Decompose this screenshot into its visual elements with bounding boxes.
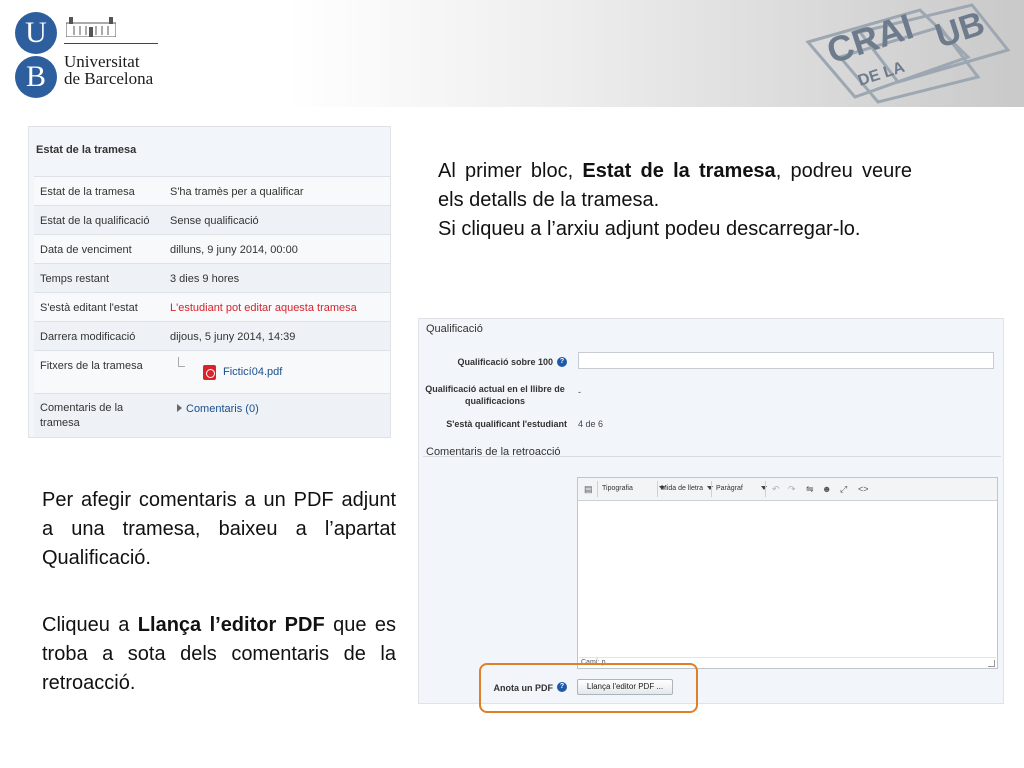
slide: U B Universitat de Barcelona CRAI DE LA …	[0, 0, 1024, 768]
grade-section-title: Qualificació	[426, 323, 483, 335]
status-table: Estat de la tramesa S'ha tramès per a qu…	[34, 176, 390, 437]
comments-link[interactable]: Comentaris (0)	[186, 403, 259, 415]
paragraph-select-label: Paràgraf	[716, 485, 743, 492]
status-row: Estat de la tramesa S'ha tramès per a qu…	[34, 176, 390, 205]
find-replace-icon[interactable]: ⇋	[806, 484, 814, 495]
grading-panel: Qualificació Qualificació sobre 100 ? Qu…	[418, 318, 1004, 704]
status-row-value: dijous, 5 juny 2014, 14:39	[170, 331, 296, 343]
status-row-value: dilluns, 9 juny 2014, 00:00	[170, 244, 298, 256]
current-grade-label-line2: qualificacions	[464, 396, 526, 406]
status-row-key: Temps restant	[40, 273, 110, 285]
highlight-box	[479, 663, 698, 713]
status-row-value: S'ha tramès per a qualificar	[170, 186, 304, 198]
submission-status-panel: Estat de la tramesa Estat de la tramesa …	[28, 126, 391, 438]
status-row: Temps restant 3 dies 9 hores	[34, 263, 390, 292]
status-row-key: Data de venciment	[40, 244, 132, 256]
status-row-value: Sense qualificació	[170, 215, 259, 227]
font-size-select[interactable]: Mida de lletra	[661, 485, 714, 492]
redo-icon[interactable]: ↷	[788, 484, 796, 495]
ub-logo-b: B	[15, 56, 57, 98]
intro-paragraph-2: Si cliqueu a l’arxiu adjunt podeu descar…	[438, 218, 861, 240]
instructions-paragraph-2: Cliqueu a Llança l’editor PDF que es tro…	[42, 611, 396, 698]
status-row-key: Darrera modificació	[40, 331, 136, 343]
status-row-comments: Comentaris de la tramesa Comentaris (0)	[34, 393, 390, 437]
status-row-files: Fitxers de la tramesa Ficticí04.pdf	[34, 350, 390, 393]
toolbar-separator	[711, 481, 712, 497]
font-size-select-label: Mida de lletra	[661, 485, 704, 492]
status-row: Darrera modificació dijous, 5 juny 2014,…	[34, 321, 390, 350]
header-band: U B Universitat de Barcelona CRAI DE LA …	[0, 0, 1024, 107]
font-select[interactable]: Tipografia	[602, 485, 665, 492]
editor-toolbar: ▤ Tipografia Mida de lletra Paràgraf ↶ ↷…	[578, 478, 997, 501]
intro-text-part: Al primer bloc,	[438, 160, 583, 182]
undo-icon[interactable]: ↶	[772, 484, 780, 495]
university-name-line1: Universitat	[64, 52, 140, 71]
instructions-text-bold: Llança l’editor PDF	[137, 614, 325, 636]
university-name-line2: de Barcelona	[64, 69, 154, 88]
grading-student-label: S'està qualificant l'estudiant	[446, 419, 567, 429]
help-icon[interactable]: ?	[557, 357, 567, 367]
current-grade-label: Qualificació actual en el llibre de qual…	[423, 383, 567, 407]
status-row-key: Fitxers de la tramesa	[40, 360, 143, 372]
grading-student-value: 4 de 6	[578, 419, 604, 429]
ub-building-icon	[66, 17, 116, 37]
toolbar-separator	[597, 481, 598, 497]
toolbar-separator	[765, 481, 766, 497]
status-row-key: Estat de la tramesa	[40, 186, 135, 198]
grade-label: Qualificació sobre 100	[457, 357, 553, 367]
instructions-text-part: Cliqueu a	[42, 614, 138, 636]
crai-ub-logo: CRAI DE LA UB	[805, 3, 1011, 104]
tree-connector	[178, 357, 185, 367]
crai-word: CRAI	[822, 5, 918, 71]
status-row-value: 3 dies 9 hores	[170, 273, 240, 285]
fullscreen-icon[interactable]: ⤢	[840, 484, 847, 495]
status-row-value: L'estudiant pot editar aquesta tramesa	[170, 302, 357, 314]
instructions-paragraph-1: Per afegir comentaris a un PDF adjunt a …	[42, 489, 396, 569]
expand-arrow-icon	[177, 404, 182, 412]
current-grade-label-line1: Qualificació actual en el llibre de	[425, 384, 565, 394]
university-name: Universitat de Barcelona	[64, 53, 153, 87]
feedback-editor[interactable]: ▤ Tipografia Mida de lletra Paràgraf ↶ ↷…	[577, 477, 998, 669]
logo-divider	[64, 43, 158, 44]
resize-grip-icon[interactable]	[988, 660, 995, 667]
intro-text: Al primer bloc, Estat de la tramesa, pod…	[438, 157, 912, 244]
html-source-icon[interactable]: <>	[858, 484, 869, 494]
attached-file-link[interactable]: Ficticí04.pdf	[223, 366, 282, 378]
intro-text-bold: Estat de la tramesa	[582, 160, 776, 182]
current-grade-value: -	[578, 387, 581, 397]
toolbar-separator	[657, 481, 658, 497]
pdf-file-icon	[203, 365, 216, 380]
status-row: S'està editant l'estat L'estudiant pot e…	[34, 292, 390, 321]
ub-logo-u: U	[15, 12, 57, 54]
status-row-key: Estat de la qualificació	[40, 215, 150, 227]
paragraph-select[interactable]: Paràgraf	[716, 485, 767, 492]
intro-paragraph-1: Al primer bloc, Estat de la tramesa, pod…	[438, 157, 912, 215]
status-row: Estat de la qualificació Sense qualifica…	[34, 205, 390, 234]
comments-toggle[interactable]: Comentaris (0)	[177, 403, 259, 415]
toolbar-toggle-icon[interactable]: ▤	[584, 484, 593, 495]
status-row-key: Comentaris de la tramesa	[40, 402, 124, 429]
status-row-key: S'està editant l'estat	[40, 302, 138, 314]
people-icon[interactable]: ☻	[822, 484, 831, 494]
feedback-section-title: Comentaris de la retroacció	[426, 446, 561, 458]
status-row: Data de venciment dilluns, 9 juny 2014, …	[34, 234, 390, 263]
de-la-word: DE LA	[856, 59, 907, 90]
status-title: Estat de la tramesa	[36, 144, 137, 156]
font-select-label: Tipografia	[602, 485, 633, 492]
grade-input[interactable]	[578, 352, 994, 369]
